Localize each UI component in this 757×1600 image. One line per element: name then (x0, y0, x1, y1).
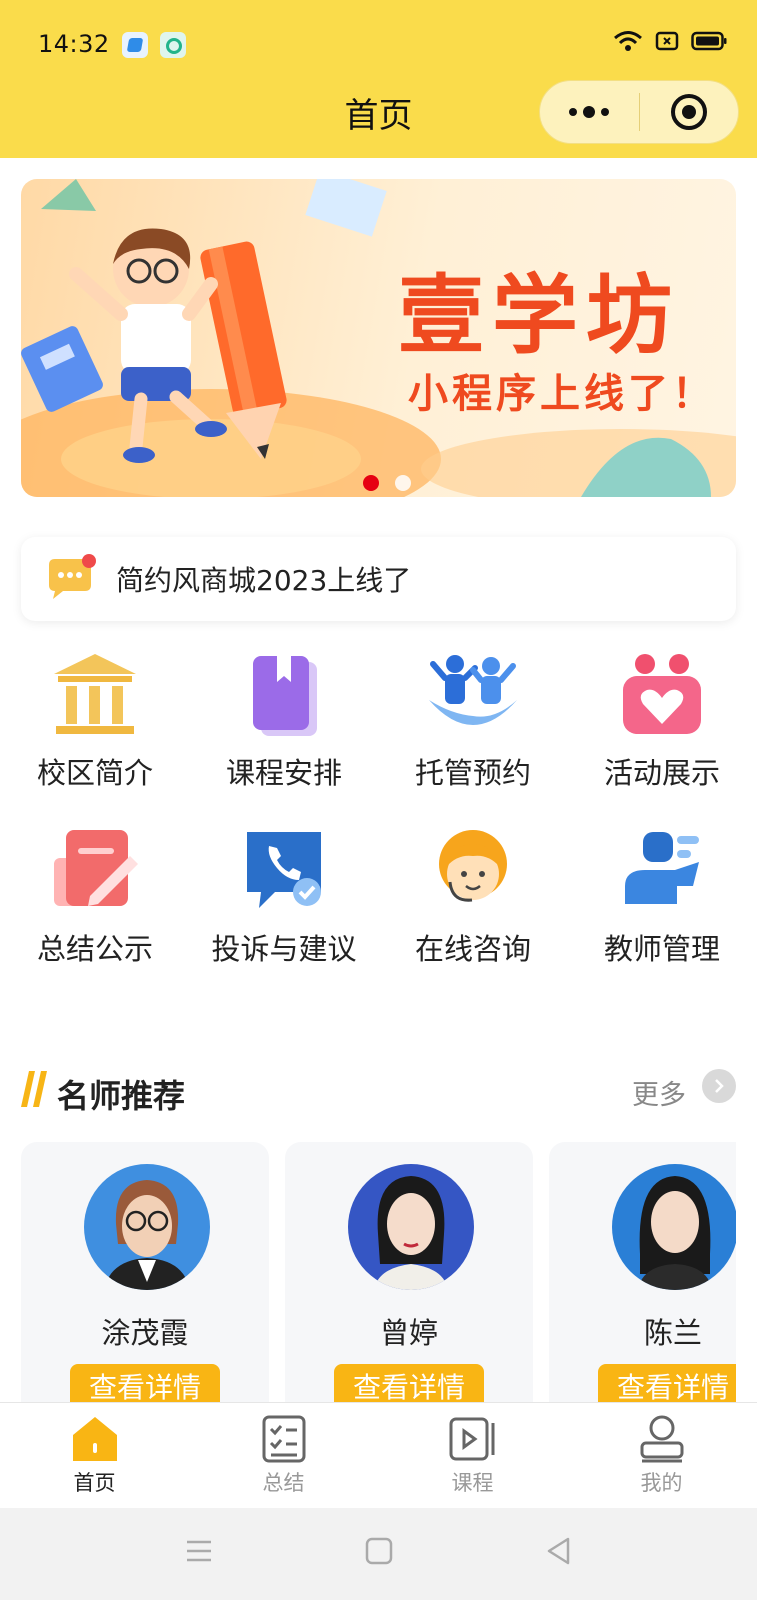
childcare-icon (429, 655, 517, 725)
close-mini-program-button[interactable] (640, 81, 739, 143)
back-triangle-icon[interactable] (544, 1536, 574, 1566)
grid-item-complaint[interactable]: 投诉与建议 (189, 826, 379, 968)
status-time: 14:32 (38, 30, 110, 58)
user-profile-icon (640, 1415, 683, 1463)
section-title: 名师推荐 (57, 1077, 186, 1115)
tab-label: 我的 (640, 1471, 683, 1495)
grid-item-campus[interactable]: 校区简介 (0, 650, 190, 792)
banner-pagination (363, 475, 411, 491)
grid-label: 课程安排 (225, 756, 342, 790)
teacher-carousel[interactable]: 涂茂霞 查看详情 曾婷 查看详情 陈兰 查看详情 (21, 1142, 736, 1402)
grid-item-activity[interactable]: 活动展示 (567, 650, 757, 792)
teacher-card[interactable]: 曾婷 查看详情 (285, 1142, 533, 1402)
chevron-right-icon[interactable] (702, 1069, 736, 1103)
promo-banner[interactable]: 壹学坊 小程序上线了！ (21, 179, 736, 497)
target-circle-icon (670, 94, 707, 130)
grid-item-childcare[interactable]: 托管预约 (378, 650, 568, 792)
home-icon (72, 1417, 117, 1461)
notification-app-icon (122, 32, 148, 58)
tab-summary[interactable]: 总结 (189, 1403, 378, 1509)
view-details-button[interactable]: 查看详情 (598, 1364, 736, 1402)
complaint-phone-icon (247, 832, 321, 908)
summary-edit-icon (54, 830, 138, 906)
grid-item-consult[interactable]: 在线咨询 (378, 826, 568, 968)
bottom-tab-bar: 首页 总结 课程 我的 (0, 1402, 757, 1508)
sim-icon (655, 31, 679, 51)
teacher-icon (625, 832, 699, 904)
grid-label: 总结公示 (36, 932, 153, 966)
tab-label: 首页 (73, 1471, 116, 1495)
teacher-name: 涂茂霞 (101, 1316, 189, 1350)
tab-home[interactable]: 首页 (0, 1403, 189, 1509)
notice-bar[interactable]: 简约风商城2023上线了 (21, 537, 736, 621)
avatar (612, 1164, 736, 1290)
grid-label: 教师管理 (603, 932, 720, 966)
video-play-icon (449, 1417, 494, 1461)
banner-title: 壹学坊 (398, 266, 680, 366)
banner-dot-active[interactable] (363, 475, 379, 491)
section-accent-icon (21, 1071, 47, 1107)
teacher-name: 陈兰 (643, 1316, 702, 1350)
system-icons (613, 30, 727, 52)
tab-label: 课程 (451, 1471, 494, 1495)
menu-icon[interactable] (184, 1536, 214, 1566)
grid-label: 校区简介 (36, 756, 153, 790)
chat-bubble-icon (49, 554, 96, 599)
view-details-button[interactable]: 查看详情 (70, 1364, 220, 1402)
tab-label: 总结 (262, 1471, 305, 1495)
grid-label: 托管预约 (414, 756, 531, 790)
course-book-icon (253, 656, 317, 736)
banner-dot[interactable] (395, 475, 411, 491)
home-square-icon[interactable] (364, 1536, 394, 1566)
banner-subtitle: 小程序上线了！ (408, 371, 716, 417)
view-details-button[interactable]: 查看详情 (334, 1364, 484, 1402)
wifi-icon (614, 31, 642, 51)
section-header-teachers: 名师推荐 更多 (21, 1065, 736, 1115)
grid-item-teacher[interactable]: 教师管理 (567, 826, 757, 968)
more-dots-icon (569, 106, 610, 118)
avatar (84, 1164, 210, 1290)
notification-app-icon-2 (160, 32, 186, 58)
grid-label: 在线咨询 (414, 932, 531, 966)
notice-text: 简约风商城2023上线了 (116, 564, 412, 597)
tab-course[interactable]: 课程 (378, 1403, 567, 1509)
teacher-card[interactable]: 涂茂霞 查看详情 (21, 1142, 269, 1402)
mini-program-capsule (539, 80, 739, 144)
grid-label: 活动展示 (603, 756, 720, 790)
top-bar: 14:32 首页 (0, 0, 757, 158)
grid-item-summary[interactable]: 总结公示 (0, 826, 190, 968)
avatar (348, 1164, 474, 1290)
support-agent-icon (439, 830, 507, 902)
tab-mine[interactable]: 我的 (567, 1403, 756, 1509)
grid-item-course[interactable]: 课程安排 (189, 650, 379, 792)
teacher-card[interactable]: 陈兰 查看详情 (549, 1142, 736, 1402)
activity-heart-icon (623, 654, 701, 734)
campus-building-icon (54, 654, 136, 734)
checklist-icon (262, 1415, 305, 1463)
battery-icon (691, 31, 727, 51)
more-menu-button[interactable] (540, 81, 639, 143)
system-nav-bar (0, 1508, 757, 1600)
teacher-name: 曾婷 (379, 1316, 438, 1350)
more-link[interactable]: 更多 (632, 1073, 686, 1112)
grid-label: 投诉与建议 (211, 932, 357, 966)
